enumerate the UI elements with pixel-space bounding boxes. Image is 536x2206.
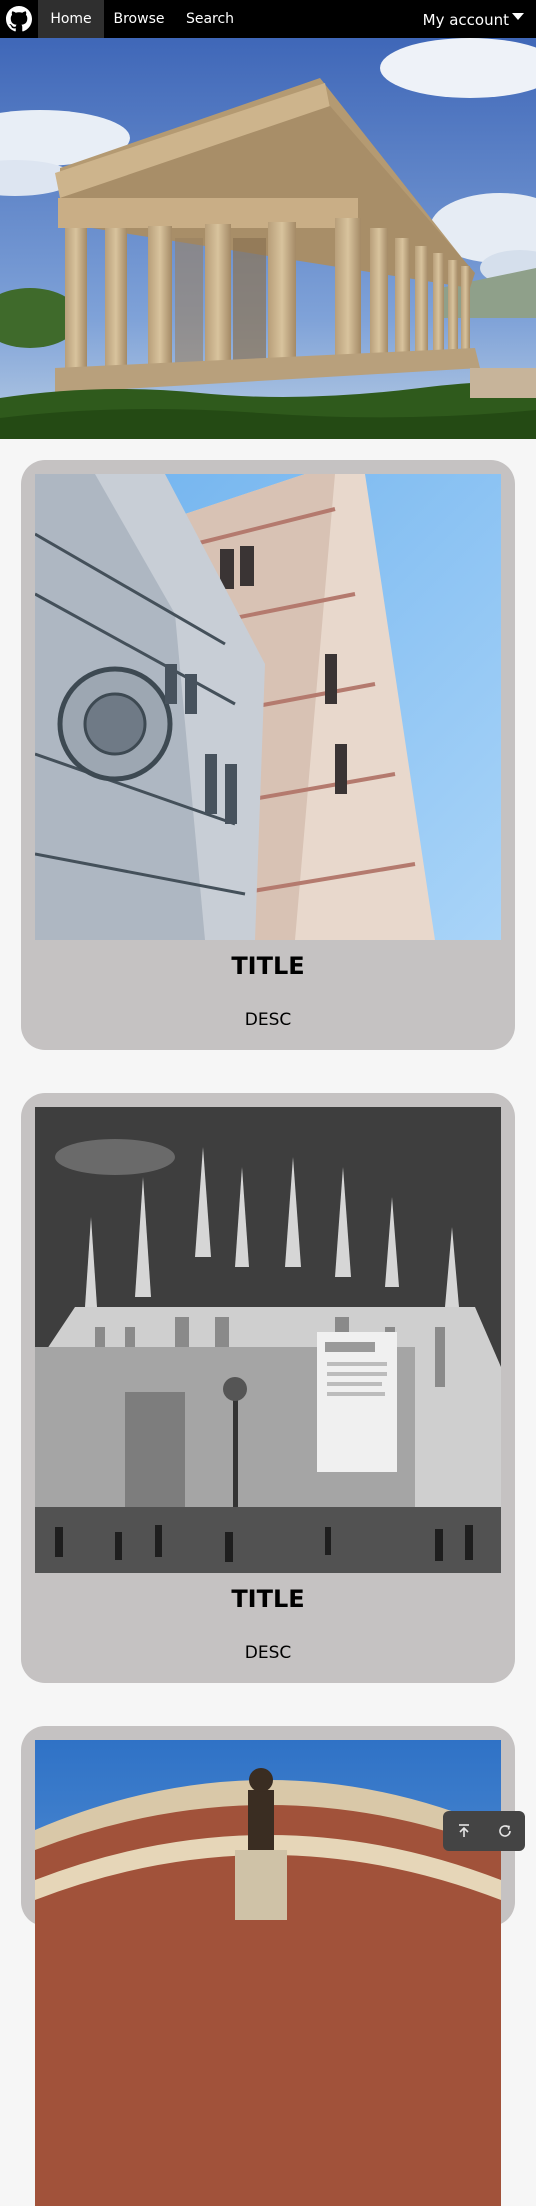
nav-browse[interactable]: Browse bbox=[104, 0, 174, 38]
scroll-top-button[interactable] bbox=[443, 1811, 484, 1851]
card-image bbox=[35, 474, 501, 940]
card[interactable]: TITLE DESC bbox=[21, 1093, 515, 1683]
card-image bbox=[35, 1107, 501, 1573]
card-title: TITLE bbox=[231, 1585, 305, 1613]
refresh-button[interactable] bbox=[484, 1811, 525, 1851]
card-title: TITLE bbox=[231, 952, 305, 980]
account-label: My account bbox=[422, 11, 509, 29]
card-description: DESC bbox=[244, 1643, 292, 1663]
nav-search[interactable]: Search bbox=[174, 0, 246, 38]
card-description: DESC bbox=[244, 1010, 292, 1030]
card-image bbox=[35, 1740, 501, 2206]
caret-down-icon bbox=[512, 13, 524, 20]
card[interactable] bbox=[21, 1726, 515, 2206]
floating-controls bbox=[443, 1811, 525, 1851]
github-icon[interactable] bbox=[0, 0, 38, 38]
nav-home[interactable]: Home bbox=[38, 0, 104, 38]
navbar: Home Browse Search My account bbox=[0, 0, 536, 38]
account-dropdown[interactable]: My account bbox=[423, 0, 524, 38]
arrow-up-to-top-icon bbox=[458, 1824, 469, 1837]
refresh-icon bbox=[498, 1825, 511, 1837]
card[interactable]: TITLE DESC bbox=[21, 460, 515, 1050]
hero-image bbox=[0, 38, 536, 439]
